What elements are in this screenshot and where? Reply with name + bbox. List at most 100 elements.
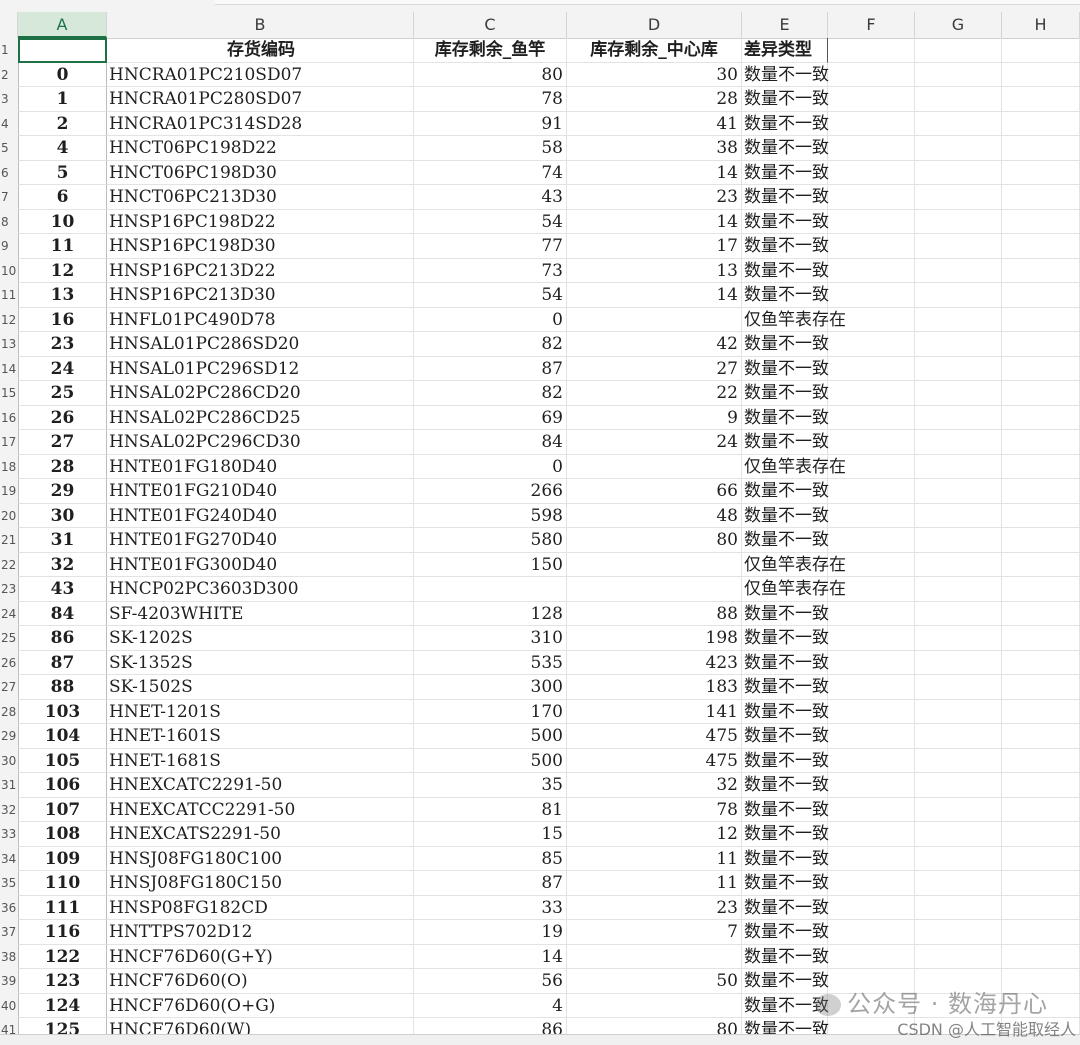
cell-d[interactable]: 7 [567,920,742,945]
cell-f[interactable] [828,944,915,969]
cell-g[interactable] [915,944,1002,969]
cell-a[interactable]: 107 [18,797,107,822]
cell-a[interactable]: 106 [18,773,107,798]
cell-d[interactable]: 88 [567,601,742,626]
cell-b[interactable]: HNSJ08FG180C100 [107,846,414,871]
cell-c[interactable]: 35 [414,773,567,798]
row-number[interactable]: 17 [0,430,18,455]
cell-d[interactable]: 141 [567,699,742,724]
cell-c[interactable]: 0 [414,307,567,332]
cell-a[interactable]: 27 [18,430,107,455]
cell-g[interactable] [915,332,1002,357]
cell-a[interactable]: 86 [18,626,107,651]
cell-h[interactable] [1002,797,1080,822]
cell-b[interactable]: HNSP08FG182CD [107,895,414,920]
cell-b[interactable]: HNSAL01PC286SD20 [107,332,414,357]
cell-b[interactable]: HNTE01FG240D40 [107,503,414,528]
cell-b[interactable]: HNTE01FG180D40 [107,454,414,479]
cell-h[interactable] [1002,552,1080,577]
cell-h[interactable] [1002,136,1080,161]
cell-h[interactable] [1002,626,1080,651]
cell-d[interactable] [567,307,742,332]
row-number[interactable]: 4 [0,111,18,136]
cell-f[interactable] [828,332,915,357]
cell-e[interactable]: 数量不一致 [742,283,829,308]
row-number[interactable]: 38 [0,944,18,969]
cell-h[interactable] [1002,748,1080,773]
cell-e[interactable]: 数量不一致 [742,430,829,455]
row-number[interactable]: 37 [0,920,18,945]
cell-f[interactable] [828,479,915,504]
cell-f[interactable] [828,430,915,455]
cell-e[interactable]: 数量不一致 [742,381,829,406]
cell-b[interactable]: HNCF76D60(W) [107,1018,414,1034]
cell-e[interactable]: 数量不一致 [742,111,829,136]
cell-d[interactable]: 库存剩余_中心库 [567,38,742,63]
cell-f[interactable] [828,503,915,528]
cell-c[interactable]: 77 [414,234,567,259]
cell-b[interactable]: HNCP02PC3603D300 [107,577,414,602]
cell-d[interactable]: 14 [567,283,742,308]
cell-c[interactable]: 300 [414,675,567,700]
row-number[interactable]: 6 [0,160,18,185]
cell-c[interactable]: 500 [414,748,567,773]
row-number[interactable]: 31 [0,773,18,798]
cell-a[interactable]: 110 [18,871,107,896]
cell-d[interactable]: 66 [567,479,742,504]
cell-d[interactable]: 11 [567,871,742,896]
cell-c[interactable]: 73 [414,258,567,283]
cell-c[interactable]: 58 [414,136,567,161]
column-header-e[interactable]: E [742,12,828,38]
cell-d[interactable]: 14 [567,209,742,234]
cell-c[interactable]: 库存剩余_鱼竿 [414,38,567,63]
row-number[interactable]: 12 [0,307,18,332]
cell-e[interactable]: 仅鱼竿表存在 [742,552,846,577]
cell-h[interactable] [1002,258,1080,283]
cell-b[interactable]: HNSP16PC213D30 [107,283,414,308]
cell-b[interactable]: HNCT06PC198D22 [107,136,414,161]
cell-a[interactable]: 10 [18,209,107,234]
cell-d[interactable]: 24 [567,430,742,455]
cell-d[interactable]: 41 [567,111,742,136]
cell-f[interactable] [828,724,915,749]
cell-g[interactable] [915,822,1002,847]
cell-f[interactable] [828,87,915,112]
cell-b[interactable]: HNSAL02PC296CD30 [107,430,414,455]
cell-c[interactable]: 74 [414,160,567,185]
cell-c[interactable]: 81 [414,797,567,822]
row-number[interactable]: 9 [0,234,18,259]
cell-h[interactable] [1002,601,1080,626]
cell-b[interactable]: HNTE01FG210D40 [107,479,414,504]
cell-e[interactable]: 数量不一致 [742,356,829,381]
cell-g[interactable] [915,430,1002,455]
row-number[interactable]: 8 [0,209,18,234]
cell-b[interactable]: HNTE01FG300D40 [107,552,414,577]
cell-d[interactable]: 80 [567,1018,742,1034]
cell-b[interactable]: SK-1502S [107,675,414,700]
column-header-g[interactable]: G [915,12,1002,38]
cell-b[interactable]: HNSAL01PC296SD12 [107,356,414,381]
row-number[interactable]: 18 [0,454,18,479]
cell-g[interactable] [915,356,1002,381]
cell-f[interactable] [828,895,915,920]
row-number[interactable]: 19 [0,479,18,504]
cell-h[interactable] [1002,283,1080,308]
cell-c[interactable]: 150 [414,552,567,577]
cell-e[interactable]: 数量不一致 [742,479,829,504]
cell-e[interactable]: 数量不一致 [742,62,829,87]
row-number[interactable]: 13 [0,332,18,357]
cell-h[interactable] [1002,920,1080,945]
cell-h[interactable] [1002,479,1080,504]
cell-f[interactable] [828,283,915,308]
cell-c[interactable]: 19 [414,920,567,945]
cell-a[interactable]: 31 [18,528,107,553]
cell-f[interactable] [828,699,915,724]
row-number[interactable]: 36 [0,895,18,920]
cell-f[interactable] [828,307,915,332]
row-number[interactable]: 22 [0,552,18,577]
cell-d[interactable]: 80 [567,528,742,553]
cell-c[interactable]: 82 [414,332,567,357]
cell-b[interactable]: HNSP16PC198D22 [107,209,414,234]
row-number[interactable]: 1 [0,38,18,63]
cell-e[interactable]: 数量不一致 [742,1018,829,1034]
